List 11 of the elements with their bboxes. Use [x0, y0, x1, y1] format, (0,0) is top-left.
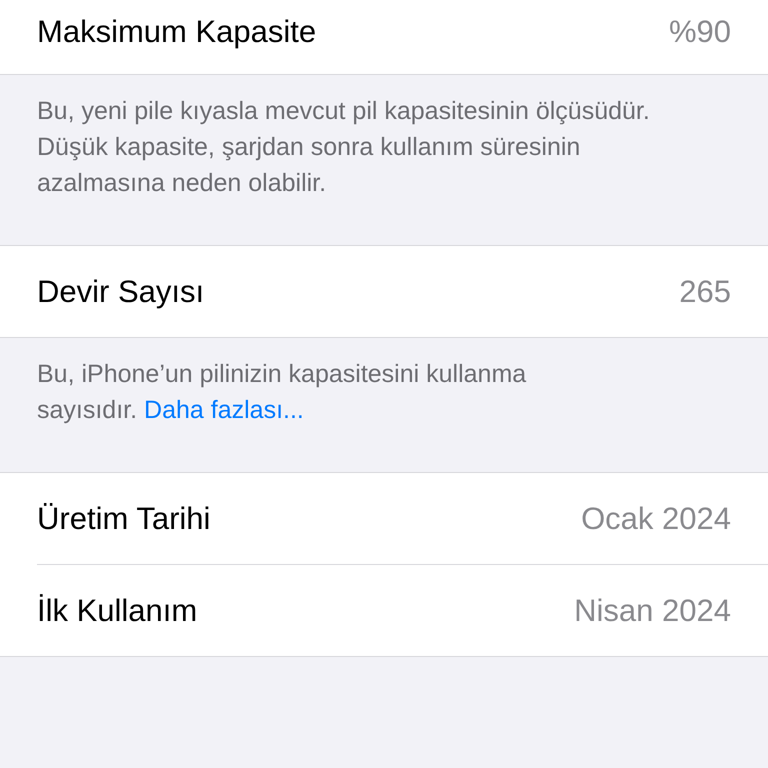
row-label: Maksimum Kapasite — [37, 14, 316, 50]
row-label: Üretim Tarihi — [37, 500, 210, 536]
row-value: Nisan 2024 — [574, 592, 731, 628]
more-link[interactable]: Daha fazlası... — [144, 396, 304, 424]
row-value: %90 — [668, 14, 731, 50]
row-label: Devir Sayısı — [37, 274, 204, 310]
footnote-text: Bu, yeni pile kıyasla mevcut pil kapasitesinin ölçüsüdür. Düşük kapasite, şarjdan sonra kullanım süresinin azalmasına neden olabilir. — [37, 96, 651, 199]
row-value: Ocak 2024 — [581, 500, 731, 536]
row-label: İlk Kullanım — [37, 592, 198, 628]
footnote-text: Bu, iPhone’un pilinizin kapasitesini kullanma sayısıdır. Daha fazlası... — [37, 359, 528, 426]
row-value: 265 — [679, 274, 731, 310]
